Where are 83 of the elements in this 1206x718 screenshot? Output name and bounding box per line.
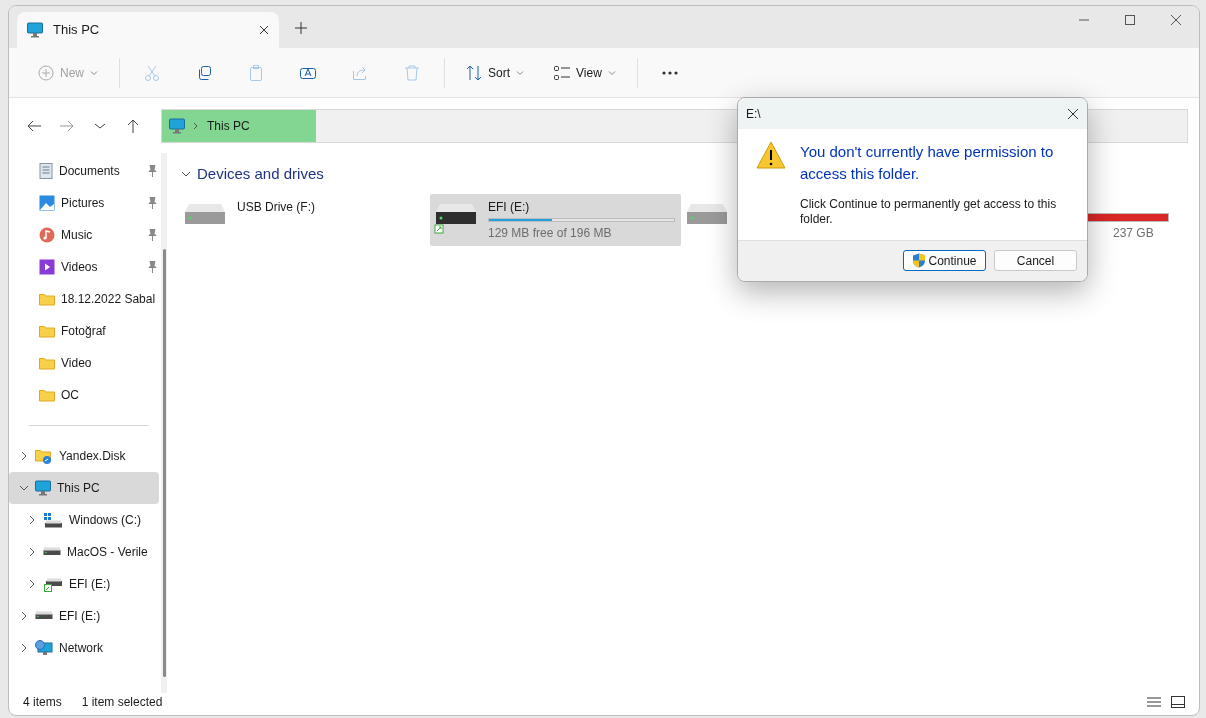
plus-icon — [295, 22, 307, 34]
sidebar-item[interactable]: Fotoğraf — [61, 322, 159, 340]
tree-item-label: Yandex.Disk — [59, 448, 126, 465]
scrollbar-thumb[interactable] — [163, 249, 166, 677]
tree-item[interactable]: EFI (E:) — [9, 600, 159, 632]
sidebar-item[interactable]: OC — [61, 386, 159, 404]
sidebar-item[interactable]: Videos — [61, 258, 141, 276]
drive-shortcut-icon — [43, 576, 63, 592]
drive-details: 237 GB — [1112, 224, 1155, 242]
video-icon — [39, 259, 55, 275]
drive-tile[interactable]: USB Drive (F:) — [179, 193, 430, 246]
folder-icon — [39, 356, 55, 370]
monitor-icon — [169, 117, 185, 134]
close-icon — [1170, 14, 1182, 26]
item-count: 4 items — [23, 694, 62, 711]
drive-details: 129 MB free of 196 MB — [488, 224, 613, 242]
sidebar-item[interactable]: 18.12.2022 Sabal — [61, 290, 159, 308]
network-icon — [35, 640, 53, 656]
maximize-icon — [1124, 14, 1136, 26]
tab-title: This PC — [53, 21, 101, 40]
tree-item[interactable]: MacOS - Verile — [9, 536, 159, 568]
close-button[interactable] — [1067, 107, 1079, 120]
sidebar-item[interactable]: Documents — [59, 162, 141, 180]
tiles-view-button[interactable] — [1171, 696, 1185, 708]
chevron-right-icon — [27, 515, 37, 525]
section-header[interactable]: Devices and drives — [179, 161, 326, 188]
dialog-button[interactable]: Cancel — [994, 250, 1077, 272]
folder-icon — [39, 388, 55, 402]
tree-item[interactable]: EFI (E:) — [9, 568, 159, 600]
tiles-icon — [1171, 696, 1185, 708]
drive-icon — [35, 611, 53, 621]
tree-item-label: Windows (C:) — [69, 512, 141, 529]
tree-item-label: EFI (E:) — [69, 576, 111, 593]
sidebar-item[interactable]: Music — [61, 226, 141, 244]
folder-icon — [39, 324, 55, 338]
chevron-right-icon — [19, 451, 29, 461]
windows-drive-icon — [43, 512, 63, 528]
folder-icon — [39, 292, 55, 306]
dialog-title: E:\ — [746, 105, 761, 123]
close-icon — [1067, 107, 1079, 120]
shield-icon — [912, 253, 927, 269]
drive-name: EFI (E:) — [488, 198, 531, 216]
view-button[interactable]: View — [545, 54, 625, 91]
caret-icon — [516, 69, 525, 76]
sidebar-item[interactable]: Video — [61, 354, 159, 372]
cloud-folder-icon — [35, 448, 53, 464]
sidebar-item[interactable]: Pictures — [61, 194, 141, 212]
caret-icon — [607, 69, 616, 76]
caret-icon — [90, 69, 98, 76]
drive-name: USB Drive (F:) — [237, 198, 316, 216]
monitor-icon — [35, 480, 51, 496]
dialog-message: Click Continue to permanently get access to this folder. — [800, 196, 1058, 228]
breadcrumb[interactable]: This PC — [207, 116, 250, 135]
chevron-right-icon — [19, 643, 29, 653]
sort-button[interactable]: Sort — [457, 54, 534, 91]
drive-tile[interactable]: EFI (E:) 129 MB free of 196 MB — [430, 193, 681, 246]
chevron-right-icon — [193, 121, 199, 130]
tree-item-label: MacOS - Verile — [67, 544, 148, 561]
music-icon — [39, 227, 55, 243]
list-icon — [1147, 696, 1161, 708]
tree-item-label: This PC — [57, 480, 100, 497]
chevron-right-icon — [19, 611, 29, 621]
details-view-button[interactable] — [1147, 696, 1161, 708]
chevron-right-icon — [27, 547, 37, 557]
selection-count: 1 item selected — [81, 694, 163, 711]
close-tab-button[interactable] — [259, 25, 269, 35]
picture-icon — [39, 195, 55, 211]
tree-item[interactable]: This PC — [9, 472, 159, 504]
tree-item[interactable]: Network — [9, 632, 159, 664]
chevron-right-icon — [27, 579, 37, 589]
tree-item-label: EFI (E:) — [59, 608, 101, 625]
monitor-icon — [27, 22, 43, 38]
dialog-button[interactable]: Continue — [903, 250, 986, 272]
tree-item-label: Network — [59, 640, 103, 657]
close-icon — [259, 25, 269, 35]
dialog-heading: You don't currently have permission to access this folder. — [800, 142, 1055, 184]
drive-icon — [43, 547, 61, 557]
tree-item[interactable]: Yandex.Disk — [9, 440, 159, 472]
document-icon — [39, 163, 53, 179]
warning-icon — [756, 141, 786, 170]
tab[interactable]: This PC — [17, 12, 279, 48]
tree-item[interactable]: Windows (C:) — [9, 504, 159, 536]
chevron-down-icon — [19, 483, 29, 493]
